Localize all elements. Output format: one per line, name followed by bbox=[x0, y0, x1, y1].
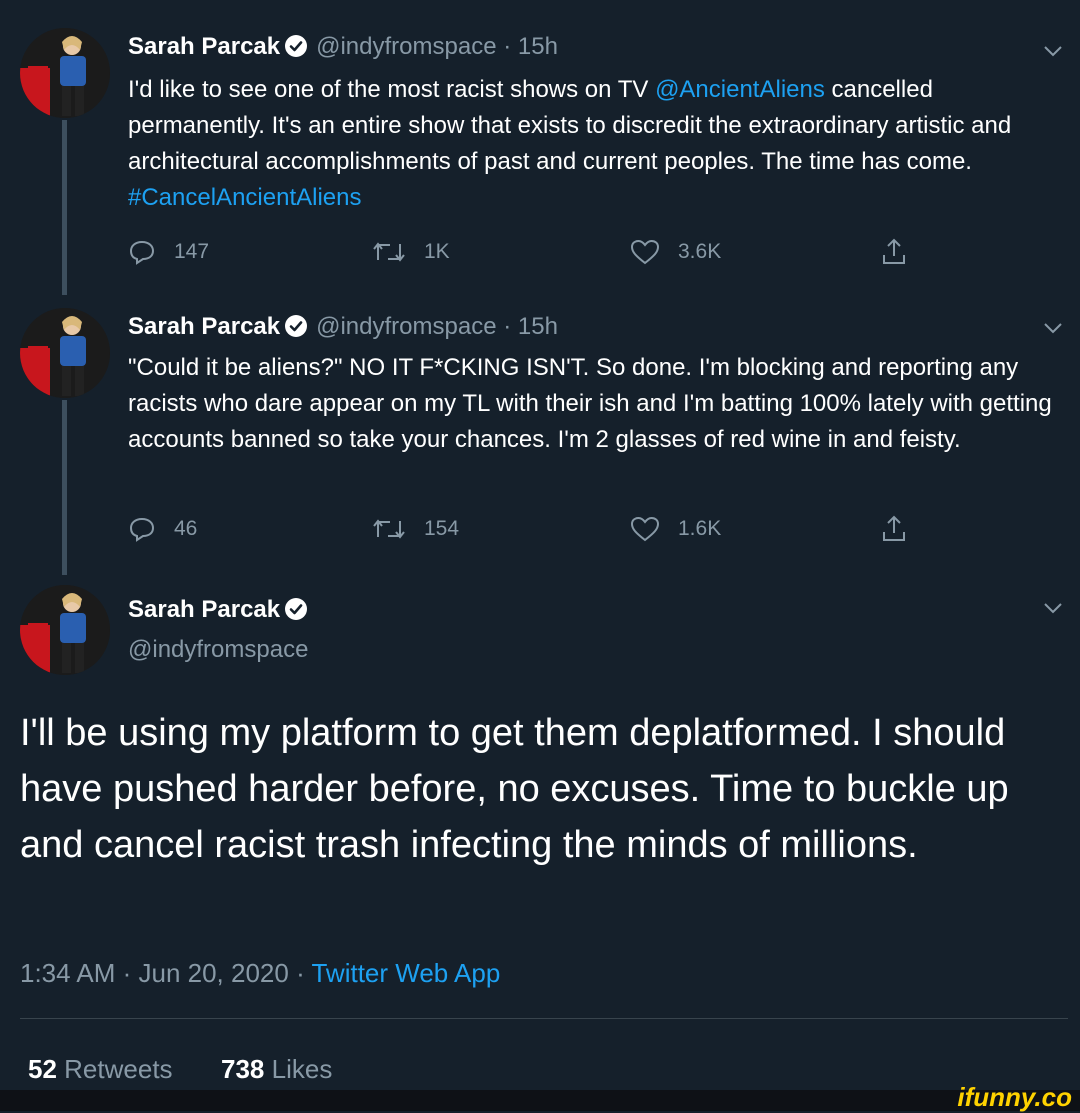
separator: · bbox=[503, 33, 512, 60]
like-button[interactable]: 3.6K bbox=[630, 232, 721, 272]
tweet-time[interactable]: 15h bbox=[518, 33, 558, 60]
like-count: 3.6K bbox=[678, 240, 722, 263]
verified-badge-icon bbox=[284, 597, 308, 629]
hashtag-link[interactable]: #CancelAncientAliens bbox=[128, 184, 361, 211]
author-name[interactable]: Sarah Parcak bbox=[128, 33, 280, 60]
like-icon bbox=[630, 516, 660, 542]
reply-icon bbox=[129, 240, 155, 265]
retweets-label: Retweets bbox=[64, 1054, 173, 1084]
author-name[interactable]: Sarah Parcak bbox=[128, 596, 280, 623]
chevron-down-icon[interactable] bbox=[1040, 38, 1066, 64]
mention-link[interactable]: @AncientAliens bbox=[655, 76, 825, 103]
timestamp-text[interactable]: 1:34 AM · Jun 20, 2020 · bbox=[20, 958, 311, 988]
like-icon bbox=[630, 239, 660, 265]
reply-button[interactable]: 46 bbox=[128, 509, 197, 549]
share-icon bbox=[883, 238, 905, 264]
tweet-timestamp: 1:34 AM · Jun 20, 2020 · Twitter Web App bbox=[20, 958, 500, 989]
share-button[interactable] bbox=[880, 509, 926, 549]
share-button[interactable] bbox=[880, 232, 926, 272]
verified-badge-icon bbox=[284, 34, 308, 66]
retweet-button[interactable]: 154 bbox=[372, 509, 459, 549]
share-icon bbox=[883, 515, 905, 541]
author-handle[interactable]: @indyfromspace bbox=[128, 635, 316, 665]
author-handle[interactable]: @indyfromspace bbox=[316, 33, 496, 60]
tweet-1[interactable]: Sarah Parcak @indyfromspace · 15h I'd lik… bbox=[0, 0, 1080, 295]
tweet-header: Sarah Parcak @indyfromspace · 15h bbox=[128, 32, 558, 66]
tweet-actions: 46 154 1.6K bbox=[128, 509, 928, 549]
tweet-actions: 147 1K 3.6K bbox=[128, 232, 928, 272]
main-tweet: Sarah Parcak @indyfromspace I'll be usin… bbox=[0, 580, 1080, 1090]
tweet-text-part: I'd like to see one of the most racist s… bbox=[128, 76, 656, 103]
reply-count: 147 bbox=[174, 240, 210, 263]
likes-label: Likes bbox=[271, 1054, 333, 1084]
tweet-time[interactable]: 15h bbox=[518, 313, 558, 340]
source-link[interactable]: Twitter Web App bbox=[311, 958, 500, 988]
separator: · bbox=[503, 313, 512, 340]
retweet-count: 154 bbox=[424, 517, 460, 540]
engagement-stats: 52 Retweets 738 Likes bbox=[28, 1054, 332, 1085]
retweet-total: 52 bbox=[28, 1054, 57, 1084]
reply-icon bbox=[129, 517, 155, 542]
tweet-text: "Could it be aliens?" NO IT F*CKING ISN'… bbox=[128, 354, 1052, 453]
verified-badge-icon bbox=[284, 314, 308, 346]
author-name[interactable]: Sarah Parcak bbox=[128, 313, 280, 340]
main-tweet-text: I'll be using my platform to get them de… bbox=[20, 712, 1009, 866]
like-total: 738 bbox=[221, 1054, 265, 1084]
like-count: 1.6K bbox=[678, 517, 722, 540]
author-handle[interactable]: @indyfromspace bbox=[316, 313, 496, 340]
watermark-logo: ifunny.co bbox=[957, 1082, 1072, 1112]
avatar[interactable] bbox=[20, 28, 110, 118]
retweet-icon bbox=[373, 242, 405, 262]
retweets-stat[interactable]: 52 Retweets bbox=[28, 1054, 173, 1084]
chevron-down-icon[interactable] bbox=[1040, 315, 1066, 341]
avatar[interactable] bbox=[20, 585, 110, 675]
tweet-2[interactable]: Sarah Parcak @indyfromspace · 15h "Could … bbox=[0, 295, 1080, 580]
retweet-button[interactable]: 1K bbox=[372, 232, 450, 272]
retweet-icon bbox=[373, 519, 405, 539]
avatar[interactable] bbox=[20, 308, 110, 398]
tweet-header: Sarah Parcak @indyfromspace · 15h bbox=[128, 312, 558, 346]
likes-stat[interactable]: 738 Likes bbox=[221, 1054, 332, 1084]
tweet-text: I'd like to see one of the most racist s… bbox=[128, 72, 1058, 216]
footer-bar bbox=[0, 1090, 1080, 1111]
reply-count: 46 bbox=[174, 517, 198, 540]
retweet-count: 1K bbox=[424, 240, 450, 263]
chevron-down-icon[interactable] bbox=[1040, 595, 1066, 621]
divider bbox=[20, 1018, 1068, 1019]
like-button[interactable]: 1.6K bbox=[630, 509, 721, 549]
author-block[interactable]: Sarah Parcak @indyfromspace bbox=[128, 595, 316, 665]
reply-button[interactable]: 147 bbox=[128, 232, 209, 272]
